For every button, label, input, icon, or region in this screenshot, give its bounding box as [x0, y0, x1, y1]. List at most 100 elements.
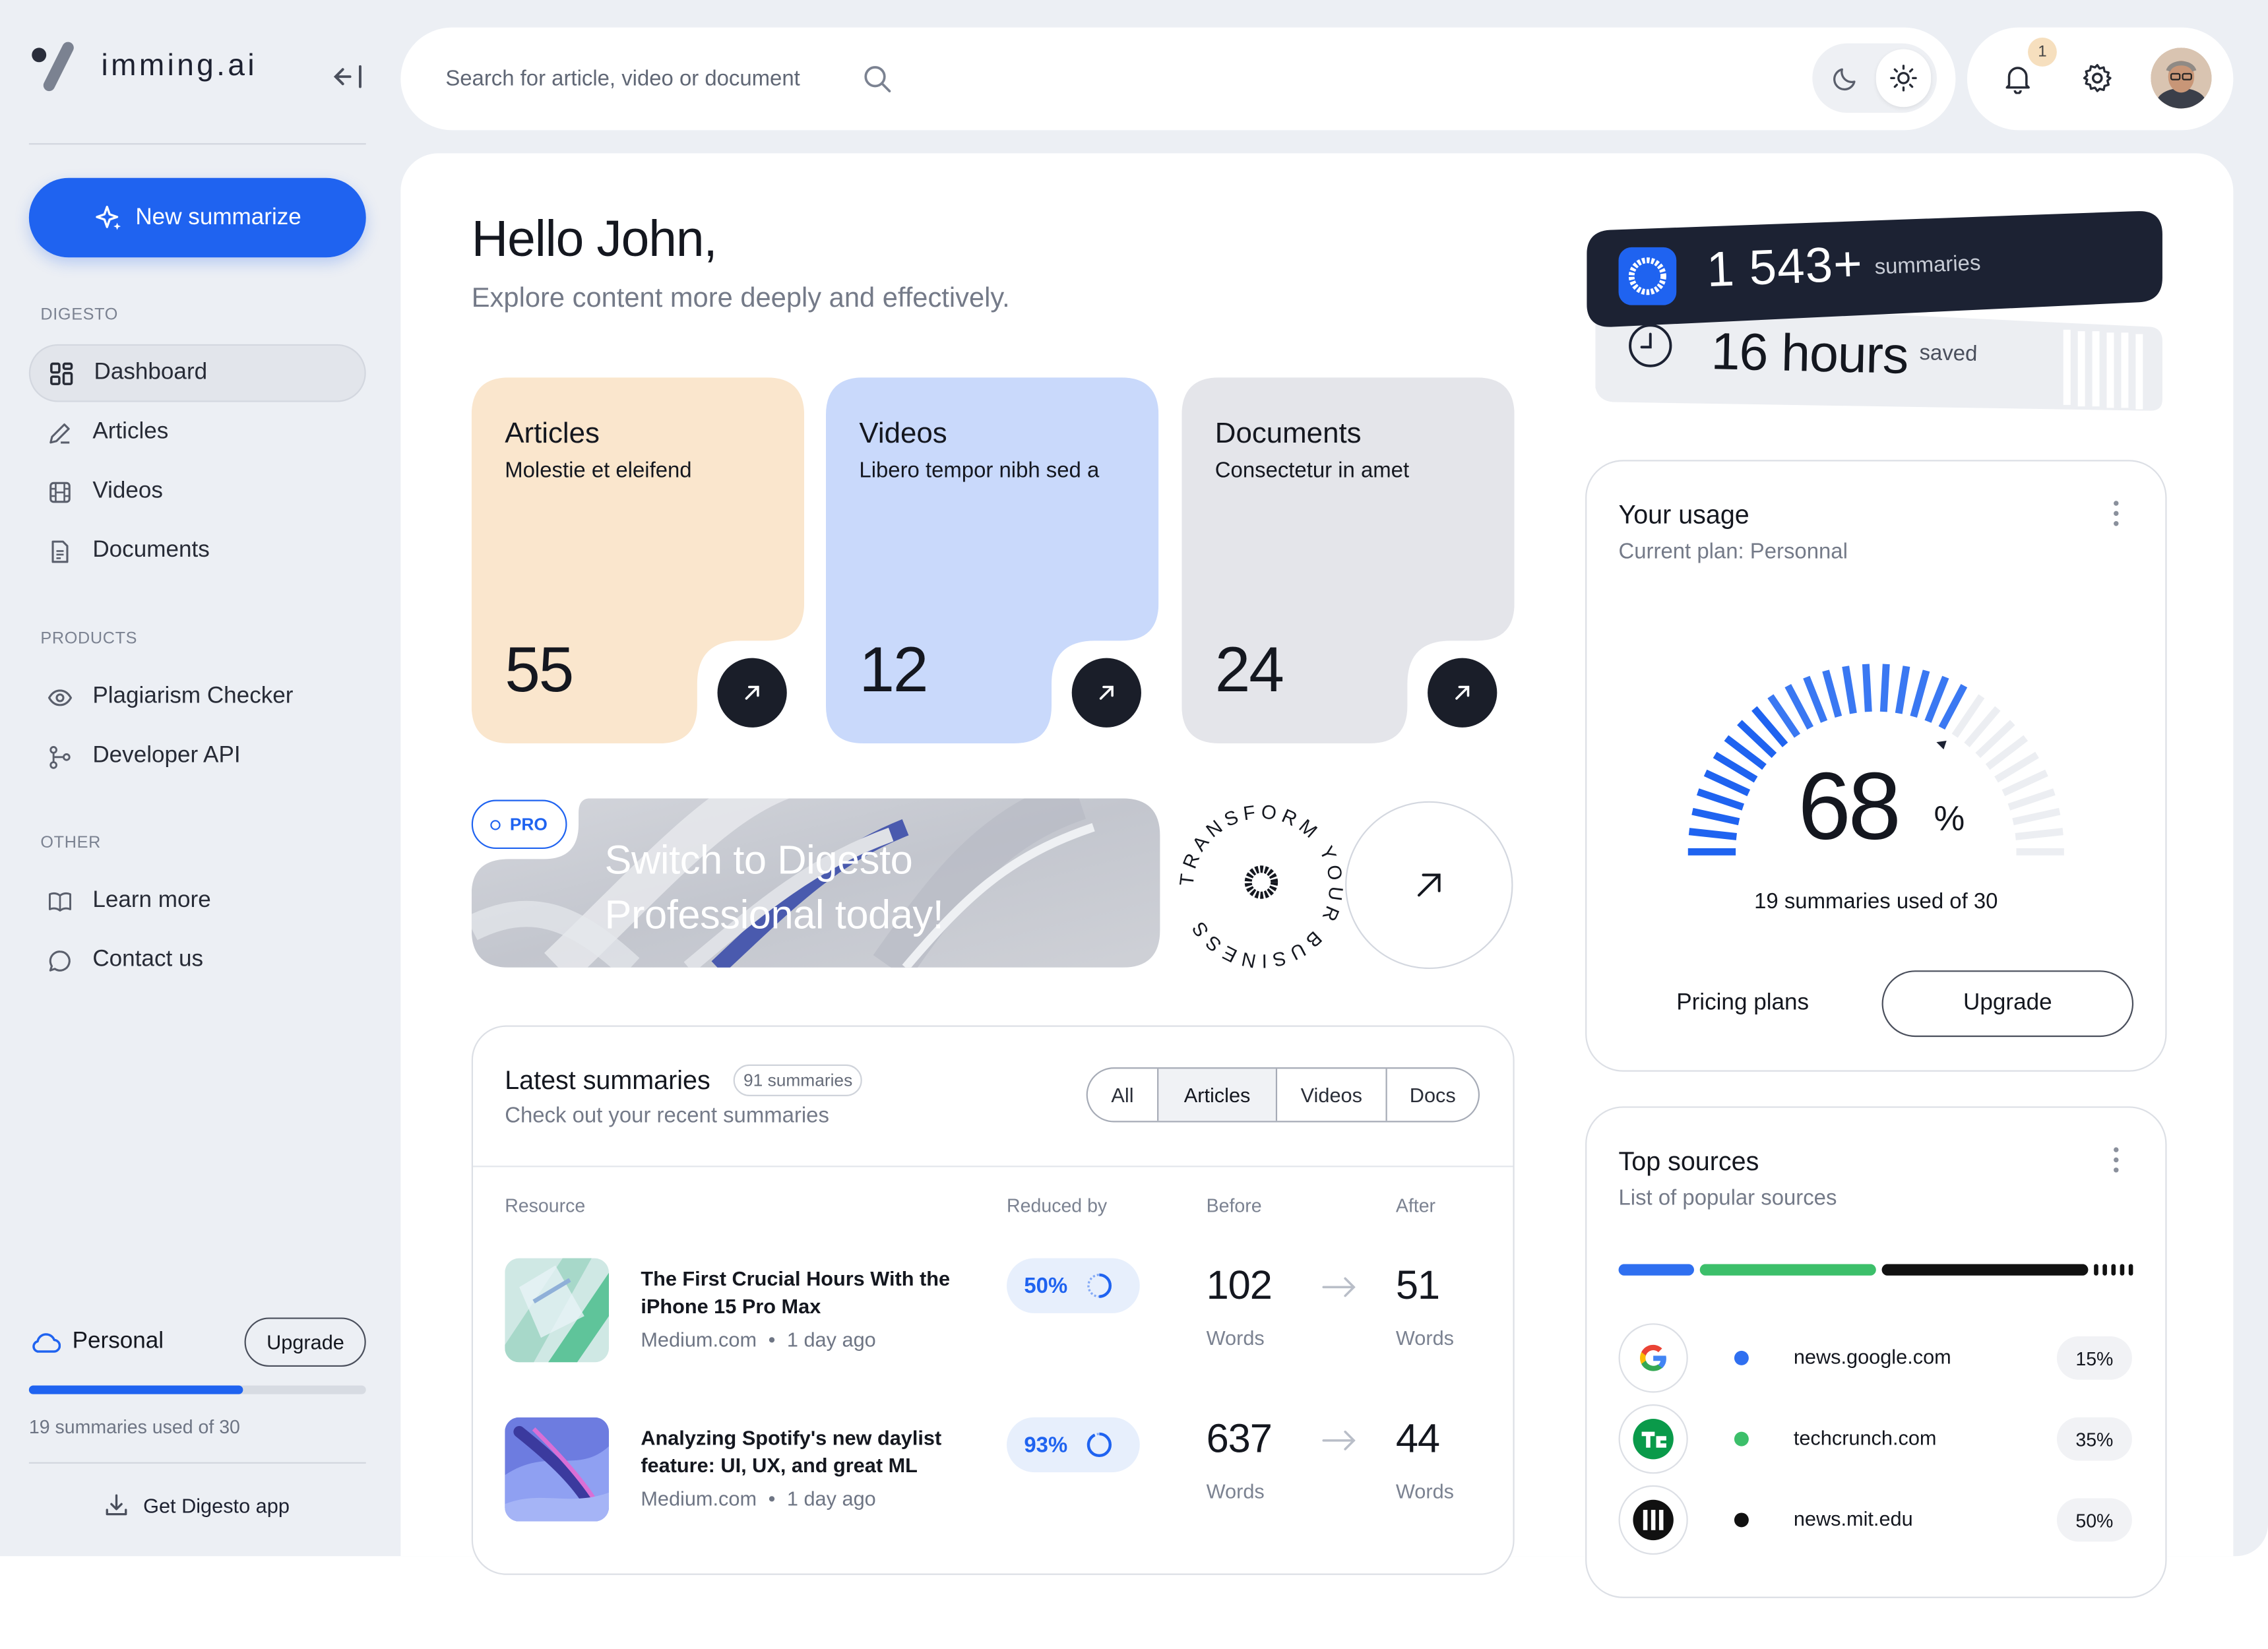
more-options-icon[interactable] — [2110, 499, 2122, 528]
arrow-up-right-icon — [1417, 873, 1441, 897]
row-source: Medium.com — [641, 1327, 757, 1351]
sidebar-upgrade-button[interactable]: Upgrade — [245, 1317, 366, 1367]
row-title[interactable]: The First Crucial Hours With the iPhone … — [641, 1266, 959, 1321]
book-icon — [47, 888, 72, 913]
pricing-plans-link[interactable]: Pricing plans — [1676, 991, 1809, 1016]
promo-line-1: Switch to Digesto — [604, 837, 913, 883]
sidebar-item-label: Plagiarism Checker — [92, 684, 294, 709]
film-icon — [47, 480, 72, 504]
sidebar-item-articles[interactable]: Articles — [29, 404, 366, 462]
notification-badge: 1 — [2028, 38, 2057, 67]
after-unit: Words — [1395, 1479, 1455, 1503]
sparkle-icon — [94, 203, 123, 232]
gauge-tick — [1910, 669, 1930, 718]
source-row[interactable]: techcrunch.com 35% — [1618, 1404, 2134, 1474]
card-subtitle: Consectetur in amet — [1214, 458, 1410, 483]
pen-icon — [47, 420, 72, 445]
latest-count-badge: 91 summaries — [733, 1064, 863, 1096]
sun-icon[interactable] — [1875, 49, 1932, 108]
theme-toggle[interactable] — [1812, 43, 1937, 113]
filter-tabs: All Articles Videos Docs — [1086, 1067, 1480, 1123]
sidebar-item-label: Developer API — [92, 743, 241, 768]
card-subtitle: Molestie et eleifend — [505, 458, 692, 483]
sidebar-item-documents[interactable]: Documents — [29, 522, 366, 580]
videos-card[interactable]: Videos Libero tempor nibh sed a 12 — [825, 377, 1159, 743]
upgrade-button[interactable]: Upgrade — [1881, 970, 2134, 1038]
arrow-up-right-icon[interactable] — [1071, 658, 1141, 728]
documents-card[interactable]: Documents Consectetur in amet 24 — [1181, 377, 1515, 743]
card-title: Articles — [505, 418, 600, 450]
new-summarize-label: New summarize — [135, 204, 301, 230]
source-color-dot — [1734, 1350, 1749, 1365]
source-bar-segment — [1881, 1264, 2089, 1276]
source-name: news.mit.edu — [1793, 1507, 1913, 1530]
sidebar-item-dashboard[interactable]: Dashboard — [28, 344, 366, 402]
document-icon — [47, 539, 72, 563]
latest-title: Latest summaries — [505, 1065, 710, 1095]
transform-circle-text: TRANSFORM YOUR BUSINESS — [1176, 801, 1342, 972]
more-options-icon[interactable] — [2110, 1146, 2122, 1175]
source-row[interactable]: news.google.com 15% — [1618, 1323, 2134, 1393]
row-title[interactable]: Analyzing Spotify's new daylist feature:… — [641, 1425, 959, 1479]
row-meta: Medium.com • 1 day ago — [641, 1487, 875, 1510]
row-thumbnail[interactable] — [505, 1417, 610, 1522]
gauge-tick — [1842, 666, 1857, 714]
collapse-sidebar-icon[interactable] — [331, 61, 366, 92]
summaries-value: 1 543+ — [1705, 236, 1864, 298]
column-header-before: Before — [1206, 1195, 1262, 1216]
get-app-link[interactable]: Get Digesto app — [104, 1493, 290, 1517]
card-count: 12 — [859, 635, 928, 706]
moon-icon[interactable] — [1818, 49, 1873, 108]
source-color-dot — [1734, 1512, 1749, 1528]
sidebar-item-plagiarism-checker[interactable]: Plagiarism Checker — [29, 668, 366, 726]
avatar[interactable] — [2151, 47, 2212, 109]
gear-icon[interactable] — [2068, 49, 2126, 108]
card-title: Documents — [1214, 418, 1362, 450]
tab-all[interactable]: All — [1088, 1069, 1157, 1121]
sidebar-item-learn-more[interactable]: Learn more — [29, 872, 366, 930]
arrow-up-right-icon[interactable] — [1428, 658, 1497, 728]
sidebar-item-contact-us[interactable]: Contact us — [29, 931, 366, 989]
source-row[interactable]: news.mit.edu 50% — [1618, 1485, 2134, 1555]
eye-icon — [47, 685, 73, 709]
sidebar-item-developer-api[interactable]: Developer API — [29, 728, 366, 786]
divider — [28, 143, 366, 145]
before-unit: Words — [1206, 1479, 1265, 1503]
articles-card[interactable]: Articles Molestie et eleifend 55 — [471, 377, 805, 743]
gauge-tick — [1688, 828, 1737, 840]
tab-docs[interactable]: Docs — [1385, 1069, 1478, 1121]
card-subtitle: Libero tempor nibh sed a — [859, 458, 1100, 483]
new-summarize-button[interactable]: New summarize — [28, 177, 366, 258]
section-products: PRODUCTS — [40, 630, 138, 648]
gauge-tick — [2007, 788, 2056, 811]
techcrunch-icon — [1618, 1404, 1688, 1474]
progress-ring-icon — [1087, 1273, 1112, 1298]
sidebar-item-videos[interactable]: Videos — [29, 463, 366, 521]
usage-panel: Your usage Current plan: Personnal 68 % … — [1585, 460, 2167, 1072]
source-percent: 35% — [2056, 1417, 2132, 1461]
sidebar-item-label: Contact us — [92, 947, 204, 972]
source-color-dot — [1734, 1431, 1749, 1447]
reduced-value: 50% — [1024, 1273, 1068, 1298]
usage-percent: 68 — [1798, 752, 1901, 859]
logo[interactable]: imming.ai — [29, 40, 257, 92]
reduced-badge: 50% — [1007, 1258, 1140, 1313]
card-title: Videos — [859, 418, 947, 450]
gauge-tick — [1822, 669, 1843, 718]
search-input[interactable] — [445, 66, 851, 92]
row-thumbnail[interactable] — [505, 1258, 610, 1363]
mit-icon — [1618, 1485, 1688, 1555]
section-other: OTHER — [40, 834, 101, 852]
column-header-resource: Resource — [505, 1195, 586, 1216]
promo-arrow-button[interactable] — [1345, 801, 1513, 970]
tab-articles[interactable]: Articles — [1157, 1069, 1276, 1121]
tab-videos[interactable]: Videos — [1275, 1069, 1386, 1121]
usage-title: Your usage — [1618, 500, 1749, 530]
source-bar-segment — [1618, 1264, 1694, 1276]
source-bar-stripe — [2111, 1264, 2116, 1276]
search-icon[interactable] — [862, 63, 893, 94]
divider — [472, 1166, 1513, 1167]
logo-icon — [32, 42, 74, 92]
gauge-tick — [1803, 675, 1828, 723]
arrow-up-right-icon[interactable] — [717, 658, 787, 728]
